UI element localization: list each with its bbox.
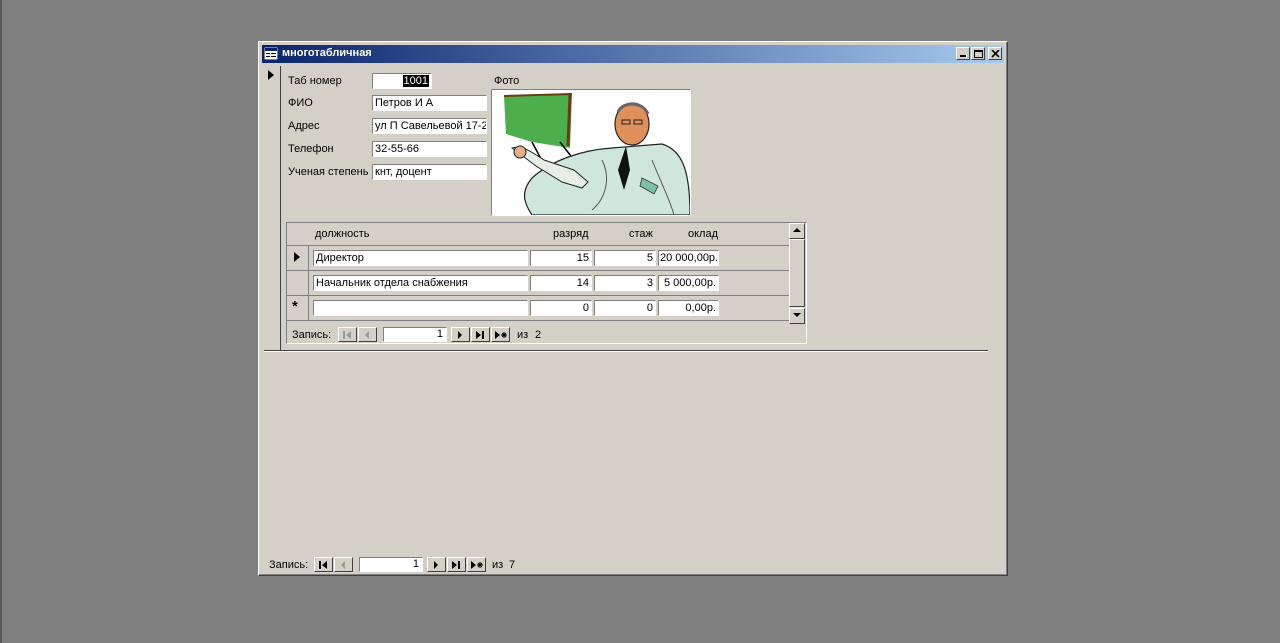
new-record-button[interactable] <box>491 327 510 342</box>
subform-header-row: должность разряд стаж оклад <box>287 223 789 246</box>
nav-of-label: из <box>492 559 504 571</box>
record-number-field[interactable]: 1 <box>359 557 423 572</box>
experience-cell[interactable]: 3 <box>594 275 656 291</box>
form-section-divider <box>264 350 988 352</box>
minimize-icon <box>960 55 966 57</box>
maximize-icon <box>974 50 983 58</box>
salary-cell[interactable]: 20 000,00р. <box>658 250 719 266</box>
header-grade: разряд <box>553 228 589 240</box>
close-icon <box>991 50 1000 58</box>
next-record-icon <box>458 331 462 339</box>
grade-cell[interactable]: 0 <box>530 300 592 316</box>
prev-record-button[interactable] <box>358 327 377 342</box>
record-selector[interactable] <box>264 66 281 351</box>
header-experience: стаж <box>629 228 653 240</box>
label-fio: ФИО <box>288 97 313 109</box>
grade-cell[interactable]: 14 <box>530 275 592 291</box>
position-cell[interactable]: Директор <box>313 250 528 266</box>
positions-subform: должность разряд стаж оклад Директор 15 … <box>286 222 807 344</box>
next-record-button[interactable] <box>451 327 470 342</box>
last-record-icon <box>476 331 484 339</box>
experience-cell[interactable]: 0 <box>594 300 656 316</box>
degree-field[interactable]: кнт, доцент <box>372 164 487 180</box>
scroll-up-button[interactable] <box>789 223 805 239</box>
table-row[interactable]: Начальник отдела снабжения 14 3 5 000,00… <box>287 271 789 296</box>
nav-total: 2 <box>535 329 542 341</box>
salary-cell[interactable]: 5 000,00р. <box>658 275 719 291</box>
next-record-button[interactable] <box>427 557 446 572</box>
table-row[interactable]: Директор 15 5 20 000,00р. <box>287 246 789 271</box>
teacher-clipart-icon <box>503 93 690 215</box>
first-record-button[interactable] <box>338 327 357 342</box>
label-tab-number: Таб номер <box>288 75 342 87</box>
fio-field[interactable]: Петров И А <box>372 95 487 111</box>
new-record-button[interactable] <box>467 557 486 572</box>
address-field[interactable]: ул П Савельевой 17-2 <box>372 118 487 134</box>
tab-number-field[interactable]: 1001 <box>372 73 432 89</box>
row-selector[interactable] <box>287 271 309 295</box>
record-number-field[interactable]: 1 <box>383 327 447 342</box>
form-window: многотабличная Таб номер 1001 ФИО Петров… <box>258 41 1008 576</box>
new-record-icon <box>495 331 507 339</box>
arrow-up-icon <box>793 228 801 232</box>
subform-record-navigator: Запись: 1 из 2 <box>292 327 592 343</box>
subform-grid: должность разряд стаж оклад Директор 15 … <box>287 223 789 321</box>
new-record-icon <box>471 561 483 569</box>
title-bar[interactable]: многотабличная <box>262 45 1004 63</box>
desktop-edge <box>0 0 2 643</box>
last-record-button[interactable] <box>447 557 466 572</box>
photo-frame[interactable] <box>491 89 691 216</box>
label-degree: Ученая степень <box>288 166 369 178</box>
new-record-star-icon: * <box>292 298 298 315</box>
phone-field[interactable]: 32-55-66 <box>372 141 487 157</box>
nav-label: Запись: <box>292 329 332 341</box>
row-selector[interactable] <box>287 246 309 270</box>
label-address: Адрес <box>288 120 320 132</box>
arrow-down-icon <box>793 313 801 317</box>
first-record-button[interactable] <box>314 557 333 572</box>
label-phone: Телефон <box>288 143 334 155</box>
label-photo: Фото <box>494 75 520 87</box>
row-selector[interactable]: * <box>287 296 309 320</box>
current-record-arrow-icon <box>268 70 274 80</box>
subform-scrollbar[interactable] <box>789 223 805 324</box>
header-position: должность <box>315 228 370 240</box>
prev-record-button[interactable] <box>334 557 353 572</box>
minimize-button[interactable] <box>956 47 970 60</box>
grade-cell[interactable]: 15 <box>530 250 592 266</box>
next-record-icon <box>434 561 438 569</box>
current-row-arrow-icon <box>294 252 300 262</box>
prev-record-icon <box>365 331 369 339</box>
first-record-icon <box>319 561 327 569</box>
nav-label: Запись: <box>269 559 309 571</box>
prev-record-icon <box>341 561 345 569</box>
window-title: многотабличная <box>282 47 372 59</box>
position-cell[interactable] <box>313 300 528 316</box>
maximize-button[interactable] <box>971 47 985 60</box>
position-cell[interactable]: Начальник отдела снабжения <box>313 275 528 291</box>
scroll-thumb[interactable] <box>789 239 805 307</box>
salary-cell[interactable]: 0,00р. <box>658 300 719 316</box>
form-icon <box>263 46 279 61</box>
experience-cell[interactable]: 5 <box>594 250 656 266</box>
close-button[interactable] <box>988 47 1002 60</box>
new-record-row[interactable]: * 0 0 0,00р. <box>287 296 789 321</box>
nav-of-label: из <box>517 329 529 341</box>
last-record-icon <box>452 561 460 569</box>
main-record-navigator: Запись: 1 из 7 <box>269 557 569 573</box>
last-record-button[interactable] <box>471 327 490 342</box>
nav-total: 7 <box>509 559 516 571</box>
header-salary: оклад <box>688 228 719 240</box>
first-record-icon <box>343 331 351 339</box>
scroll-down-button[interactable] <box>789 308 805 324</box>
